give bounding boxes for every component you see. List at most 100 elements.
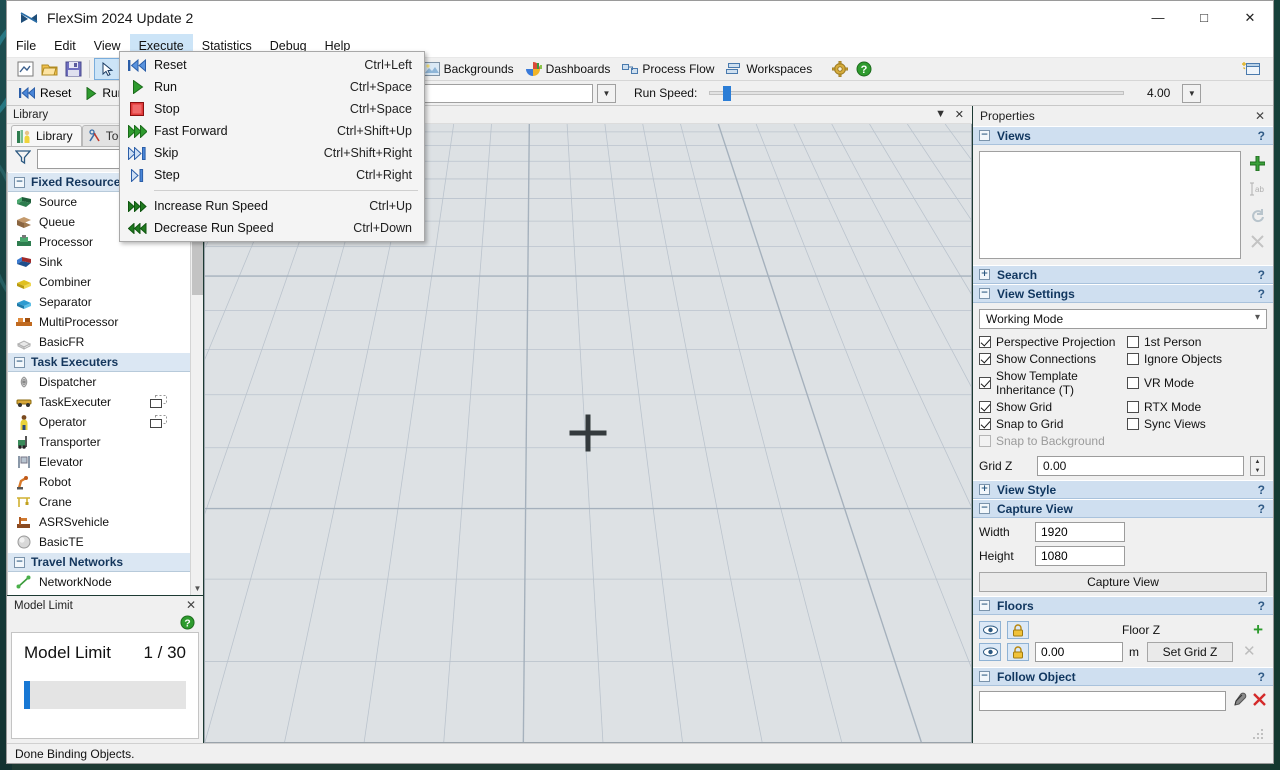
minimize-button[interactable]: — bbox=[1135, 1, 1181, 34]
checkbox-snap-to-grid[interactable]: Snap to Grid bbox=[979, 417, 1127, 431]
checkbox-show-template-inheritance[interactable]: Show Template Inheritance (T) bbox=[979, 369, 1127, 397]
help-icon[interactable]: ? bbox=[1258, 287, 1265, 301]
library-item-operator[interactable]: Operator bbox=[8, 412, 190, 432]
checkbox-show-connections[interactable]: Show Connections bbox=[979, 352, 1127, 366]
view-menu-icon[interactable]: ▼ bbox=[935, 108, 946, 120]
library-item-taskexecuter[interactable]: TaskExecuter bbox=[8, 392, 190, 412]
help-icon[interactable]: ? bbox=[1258, 129, 1265, 143]
help-icon[interactable]: ? bbox=[1258, 599, 1265, 613]
checkbox-ignore-objects[interactable]: Ignore Objects bbox=[1127, 352, 1273, 366]
add-floor-icon[interactable]: + bbox=[1253, 623, 1263, 637]
visibility-icon[interactable] bbox=[979, 643, 1001, 661]
section-follow-object[interactable]: − Follow Object ? bbox=[973, 667, 1273, 686]
grid-z-input[interactable]: 0.00 bbox=[1037, 456, 1244, 476]
open-model-icon[interactable] bbox=[37, 58, 61, 80]
stepper-down-icon[interactable]: ▼ bbox=[1251, 466, 1264, 475]
scroll-down-icon[interactable]: ▼ bbox=[191, 581, 203, 595]
menu-item-increase-run-speed[interactable]: Increase Run Speed Ctrl+Up bbox=[120, 195, 424, 217]
checkbox-vr-mode[interactable]: VR Mode bbox=[1127, 369, 1273, 397]
pointer-tool-icon[interactable] bbox=[94, 58, 122, 80]
library-item-dispatcher[interactable]: Dispatcher bbox=[8, 372, 190, 392]
help-icon[interactable]: ? bbox=[1258, 483, 1265, 497]
capture-view-button[interactable]: Capture View bbox=[979, 572, 1267, 592]
collapse-icon[interactable]: − bbox=[14, 557, 25, 568]
expand-icon[interactable]: + bbox=[979, 484, 990, 495]
save-model-icon[interactable] bbox=[61, 58, 85, 80]
duplicate-icon[interactable] bbox=[150, 415, 168, 428]
section-views[interactable]: − Views ? bbox=[973, 126, 1273, 145]
library-item-crane[interactable]: Crane bbox=[8, 492, 190, 512]
library-item-transporter[interactable]: Transporter bbox=[8, 432, 190, 452]
toolbar-workspaces[interactable]: Workspaces bbox=[720, 58, 818, 80]
help-icon[interactable]: ? bbox=[1258, 502, 1265, 516]
collapse-icon[interactable]: − bbox=[14, 177, 25, 188]
section-floors[interactable]: − Floors ? bbox=[973, 596, 1273, 615]
run-speed-dropdown-button[interactable]: ▼ bbox=[1182, 84, 1201, 103]
collapse-icon[interactable]: − bbox=[979, 130, 990, 141]
duplicate-icon[interactable] bbox=[150, 395, 168, 408]
close-button[interactable]: ✕ bbox=[1227, 1, 1273, 34]
collapse-icon[interactable]: − bbox=[979, 288, 990, 299]
collapse-icon[interactable]: − bbox=[14, 357, 25, 368]
capture-width-input[interactable]: 1920 bbox=[1035, 522, 1125, 542]
close-icon[interactable]: ✕ bbox=[1255, 109, 1265, 123]
section-view-settings[interactable]: − View Settings ? bbox=[973, 284, 1273, 303]
section-capture-view[interactable]: − Capture View ? bbox=[973, 499, 1273, 518]
run-speed-slider-thumb[interactable] bbox=[723, 86, 731, 101]
toolbar-reset-button[interactable]: Reset bbox=[13, 83, 77, 104]
collapse-icon[interactable]: − bbox=[979, 503, 990, 514]
checkbox-rtx-mode[interactable]: RTX Mode bbox=[1127, 400, 1273, 414]
tab-library[interactable]: Library bbox=[11, 125, 82, 146]
floor-z-input[interactable]: 0.00 bbox=[1035, 642, 1123, 662]
menu-item-stop[interactable]: Stop Ctrl+Space bbox=[120, 98, 424, 120]
library-item-basicte[interactable]: BasicTE bbox=[8, 532, 190, 552]
menu-item-skip[interactable]: Skip Ctrl+Shift+Right bbox=[120, 142, 424, 164]
library-item-sink[interactable]: Sink bbox=[8, 252, 190, 272]
library-item-networknode[interactable]: NetworkNode bbox=[8, 572, 190, 592]
library-item-separator[interactable]: Separator bbox=[8, 292, 190, 312]
views-list[interactable] bbox=[979, 151, 1241, 259]
new-window-icon[interactable] bbox=[1239, 58, 1263, 80]
collapse-icon[interactable]: − bbox=[979, 671, 990, 682]
eyedropper-icon[interactable] bbox=[1231, 692, 1247, 711]
close-icon[interactable]: ✕ bbox=[186, 598, 196, 612]
close-icon[interactable]: ✕ bbox=[955, 108, 964, 121]
library-item-robot[interactable]: Robot bbox=[8, 472, 190, 492]
library-item-basicfr[interactable]: BasicFR bbox=[8, 332, 190, 352]
checkbox-sync-views[interactable]: Sync Views bbox=[1127, 417, 1273, 431]
grid-z-stepper[interactable]: ▲ ▼ bbox=[1250, 456, 1265, 476]
collapse-icon[interactable]: − bbox=[979, 600, 990, 611]
library-item-asrsvehicle[interactable]: ASRSvehicle bbox=[8, 512, 190, 532]
toolbar-dashboards[interactable]: Dashboards bbox=[520, 58, 617, 80]
library-group-task-executers[interactable]: − Task Executers bbox=[8, 352, 190, 372]
checkbox-1st-person[interactable]: 1st Person bbox=[1127, 335, 1273, 349]
help-icon[interactable]: ? bbox=[180, 615, 195, 633]
working-mode-select[interactable]: Working Mode ▾ bbox=[979, 309, 1267, 329]
menu-item-fast-forward[interactable]: Fast Forward Ctrl+Shift+Up bbox=[120, 120, 424, 142]
help-icon[interactable]: ? bbox=[1258, 670, 1265, 684]
visibility-icon[interactable] bbox=[979, 621, 1001, 639]
checkbox-perspective-projection[interactable]: Perspective Projection bbox=[979, 335, 1127, 349]
run-speed-slider[interactable] bbox=[709, 91, 1124, 95]
library-item-multiprocessor[interactable]: MultiProcessor bbox=[8, 312, 190, 332]
filter-icon[interactable] bbox=[15, 150, 31, 168]
section-search[interactable]: + Search ? bbox=[973, 265, 1273, 284]
library-item-elevator[interactable]: Elevator bbox=[8, 452, 190, 472]
menu-file[interactable]: File bbox=[7, 34, 45, 57]
checkbox-show-grid[interactable]: Show Grid bbox=[979, 400, 1127, 414]
library-item-combiner[interactable]: Combiner bbox=[8, 272, 190, 292]
menu-item-reset[interactable]: Reset Ctrl+Left bbox=[120, 54, 424, 76]
time-dropdown-button[interactable]: ▼ bbox=[597, 84, 616, 103]
toolbar-process-flow[interactable]: Process Flow bbox=[616, 58, 720, 80]
lock-icon[interactable] bbox=[1007, 621, 1029, 639]
help-icon[interactable]: ? bbox=[852, 58, 876, 80]
add-view-icon[interactable] bbox=[1247, 153, 1267, 173]
set-grid-z-button[interactable]: Set Grid Z bbox=[1147, 642, 1233, 662]
lock-icon[interactable] bbox=[1007, 643, 1029, 661]
menu-item-step[interactable]: Step Ctrl+Right bbox=[120, 164, 424, 186]
new-model-icon[interactable] bbox=[13, 58, 37, 80]
menu-edit[interactable]: Edit bbox=[45, 34, 85, 57]
library-group-travel-networks[interactable]: − Travel Networks bbox=[8, 552, 190, 572]
expand-icon[interactable]: + bbox=[979, 269, 990, 280]
help-icon[interactable]: ? bbox=[1258, 268, 1265, 282]
